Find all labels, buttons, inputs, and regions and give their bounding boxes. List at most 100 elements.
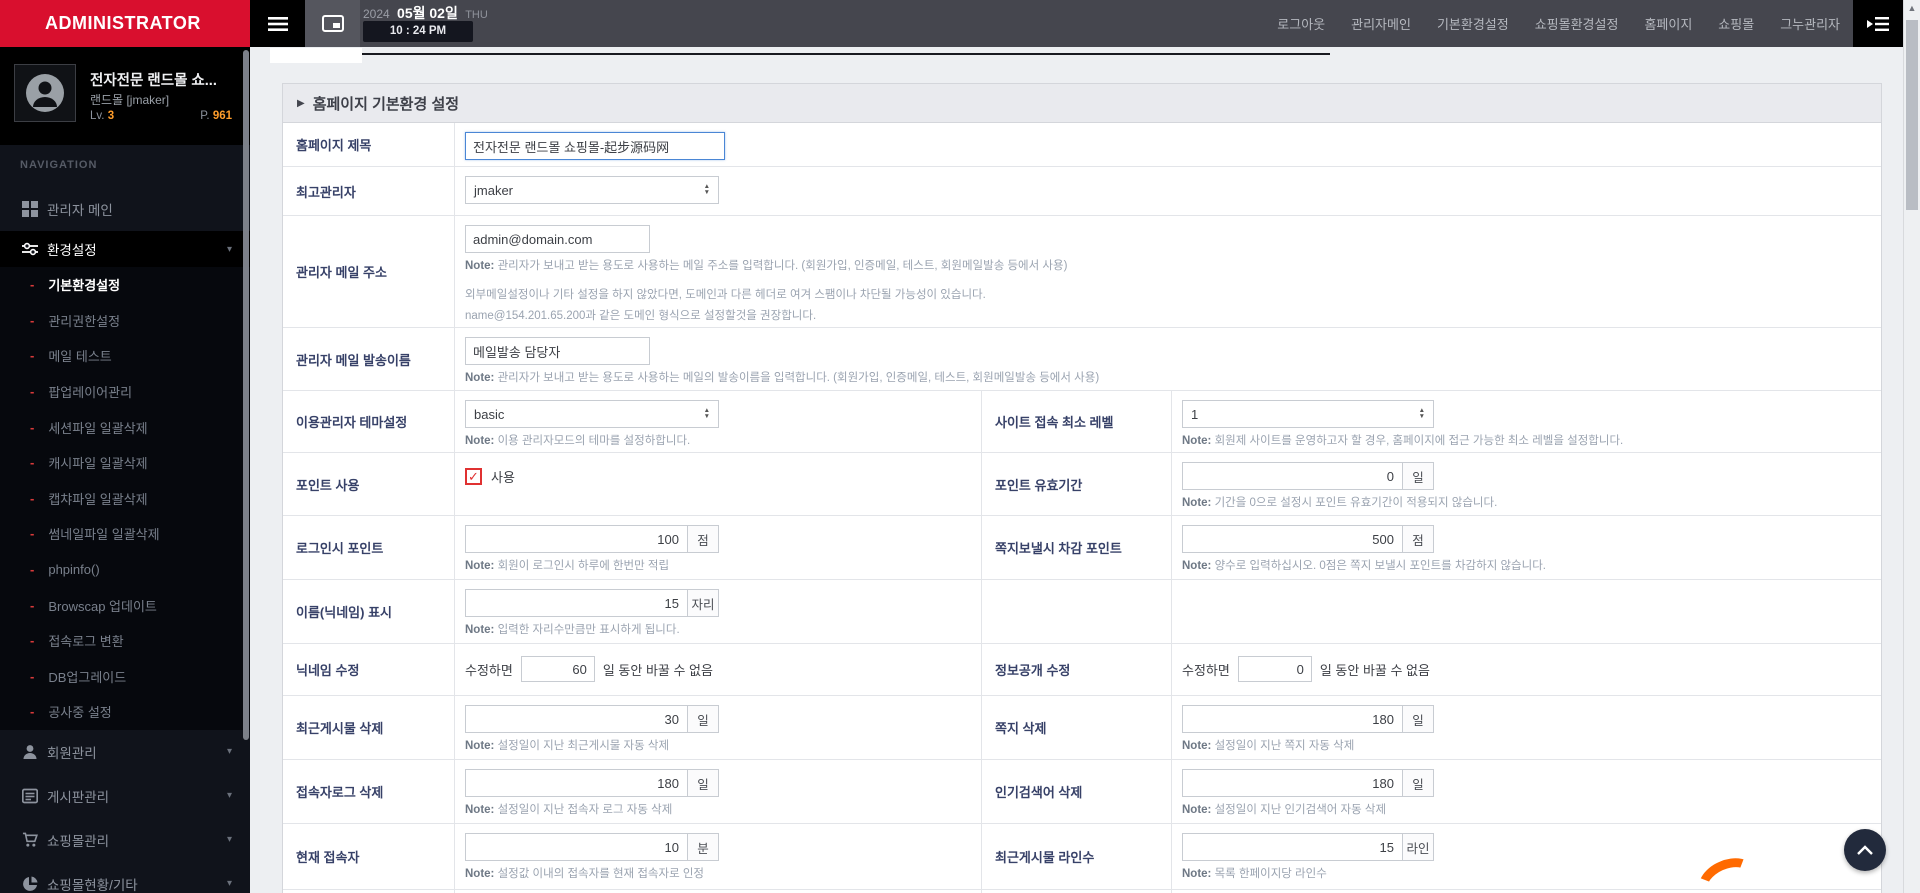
setting-number-input[interactable]	[465, 525, 687, 553]
sidebar-item[interactable]: 환경설정 ▾	[0, 231, 250, 267]
sidebar-subitem[interactable]: - 기본환경설정	[0, 267, 250, 303]
setting-note: Note: 설정일이 지난 인기검색어 자동 삭제	[1182, 803, 1881, 818]
clock-display: 10 : 24 PM	[363, 21, 473, 42]
inline-post-text: 일 동안 바꿀 수 없음	[1319, 662, 1430, 678]
scroll-to-top-button[interactable]	[1844, 829, 1886, 871]
setting-label: 인기검색어 삭제	[981, 760, 1171, 823]
setting-number-group: 점	[465, 525, 719, 553]
setting-note: Note: 회원이 로그인시 하루에 한번만 적립	[465, 559, 981, 574]
sidebar-subitem-label: 접속로그 변환	[48, 634, 124, 650]
grid-icon	[22, 201, 38, 217]
note-text: 설정일이 지난 쪽지 자동 삭제	[1214, 740, 1355, 752]
setting-field: 점 Note: 양수로 입력하십시오. 0점은 쪽지 보낼시 포인트를 차감하지 …	[1171, 516, 1881, 579]
setting-number-input[interactable]	[1182, 525, 1402, 553]
select-arrows-icon: ▲ ▼	[1418, 407, 1425, 420]
nav-section-label: NAVIGATION	[20, 159, 98, 171]
top-nav-link[interactable]: 관리자메인	[1351, 14, 1411, 33]
sidebar-subitem[interactable]: - 공사중 설정	[0, 694, 250, 730]
sidebar-item[interactable]: 관리자 메인	[0, 187, 250, 231]
hamburger-icon[interactable]	[250, 0, 305, 47]
homepage-title-input[interactable]	[465, 132, 725, 160]
setting-label: 정보공개 수정	[981, 644, 1171, 695]
top-nav-link[interactable]: 홈페이지	[1644, 14, 1692, 33]
setting-text-input[interactable]	[465, 225, 650, 253]
setting-number-group: 분	[465, 833, 719, 861]
setting-number-input[interactable]	[1182, 833, 1402, 861]
admin-page: ADMINISTRATOR 2024 05월 02일 THU 10 : 24 P…	[0, 0, 1920, 893]
setting-field: 일 Note: 기간을 0으로 설정시 포인트 유효기간이 적용되지 않습니다.	[1171, 453, 1881, 515]
sidebar-item[interactable]: 게시판관리 ▾	[0, 774, 250, 818]
level-badge: Lv. 3	[90, 110, 115, 122]
sidebar-subitem-label: 기본환경설정	[48, 278, 121, 294]
sidebar-subitem[interactable]: - DB업그레이드	[0, 659, 250, 695]
setting-field: 자리 Note: 입력한 자리수만큼만 표시하게 됩니다.	[454, 580, 981, 643]
sidebar-subitem[interactable]: - 캡챠파일 일괄삭제	[0, 481, 250, 517]
chevron-down-icon: ▾	[226, 790, 232, 802]
setting-number-group: 자리	[465, 589, 719, 617]
collapse-sidebar-icon[interactable]	[1853, 0, 1903, 47]
setting-select[interactable]: jmaker ▲ ▼	[465, 176, 719, 204]
setting-number-input[interactable]	[465, 769, 687, 797]
setting-number-input[interactable]	[1182, 462, 1402, 490]
dash-bullet-icon: -	[30, 526, 35, 542]
setting-note: Note: 설정일이 지난 접속자 로그 자동 삭제	[465, 803, 981, 818]
setting-label: 포인트 사용	[296, 477, 360, 493]
table-row: 최고관리자 jmaker ▲ ▼	[283, 167, 1881, 216]
sidebar-subitem[interactable]: - 메일 테스트	[0, 338, 250, 374]
dash-bullet-icon: -	[30, 348, 35, 364]
sidebar-subitem[interactable]: - 캐시파일 일괄삭제	[0, 445, 250, 481]
setting-note: Note: 설정값 이내의 접속자를 현재 접속자로 인정	[465, 867, 981, 882]
setting-field: 일 Note: 설정일이 지난 쪽지 자동 삭제	[1171, 696, 1881, 759]
checkbox[interactable]: ✓	[465, 468, 482, 485]
dash-bullet-icon: -	[30, 455, 35, 471]
setting-number-input[interactable]	[465, 705, 687, 733]
top-nav-link[interactable]: 기본환경설정	[1437, 14, 1509, 33]
inline-setting: 수정하면 일 동안 바꿀 수 없음	[1182, 656, 1430, 682]
sidebar-subitem[interactable]: - 팝업레이어관리	[0, 374, 250, 410]
setting-number-input[interactable]	[465, 589, 687, 617]
select-arrows-icon: ▲ ▼	[703, 407, 710, 420]
top-nav-link[interactable]: 그누관리자	[1780, 14, 1840, 33]
avatar	[14, 64, 76, 122]
scrollbar-up-arrow[interactable]: ▲	[1904, 3, 1920, 13]
setting-number-input[interactable]	[1182, 769, 1402, 797]
sidebar-item-label: 게시판관리	[47, 789, 110, 805]
sidebar-subitem[interactable]: - 세션파일 일괄삭제	[0, 409, 250, 445]
setting-text-input[interactable]	[465, 337, 650, 365]
setting-number-input[interactable]	[1182, 705, 1402, 733]
setting-number-group: 점	[1182, 525, 1434, 553]
sidebar-scrollbar[interactable]	[243, 50, 249, 740]
setting-field: 일 Note: 설정일이 지난 접속자 로그 자동 삭제	[454, 760, 981, 823]
sidebar: 전자전문 랜드몰 쇼... 랜드몰 [jmaker] Lv. 3 P. 961 …	[0, 47, 250, 893]
setting-field: 1 ▲ ▼ Note: 회원제 사이트를 운영하고자 할 경우, 홈페이지에 접근 가…	[1171, 391, 1881, 452]
setting-note: Note: 설정일이 지난 최근게시물 자동 삭제	[465, 739, 981, 754]
sidebar-item[interactable]: 쇼핑몰현황/기타 ▾	[0, 862, 250, 893]
sidebar-subitem[interactable]: - Browscap 업데이트	[0, 587, 250, 623]
monitor-icon[interactable]	[305, 0, 360, 47]
note-text: 설정일이 지난 최근게시물 자동 삭제	[497, 740, 670, 752]
top-nav-link[interactable]: 로그아웃	[1277, 14, 1325, 33]
setting-select[interactable]: 1 ▲ ▼	[1182, 400, 1434, 428]
note-text: 목록 한페이지당 라인수	[1214, 868, 1327, 880]
inline-number-input[interactable]	[1237, 656, 1312, 682]
sidebar-subitem[interactable]: - phpinfo()	[0, 552, 250, 588]
note-prefix: Note:	[1182, 560, 1212, 572]
top-nav-link[interactable]: 쇼핑몰환경설정	[1535, 14, 1619, 33]
content-tab[interactable]	[270, 48, 362, 63]
sidebar-item[interactable]: 회원관리 ▾	[0, 730, 250, 774]
setting-note: Note: 기간을 0으로 설정시 포인트 유효기간이 적용되지 않습니다.	[1182, 496, 1881, 511]
top-nav-link[interactable]: 쇼핑몰	[1718, 14, 1754, 33]
sidebar-item-label: 회원관리	[47, 745, 97, 761]
unit-suffix: 일	[687, 705, 719, 733]
sidebar-subitem[interactable]: - 관리권한설정	[0, 303, 250, 339]
setting-select[interactable]: basic ▲ ▼	[465, 400, 719, 428]
sidebar-subitem[interactable]: - 썸네일파일 일괄삭제	[0, 516, 250, 552]
setting-number-group: 일	[465, 705, 719, 733]
setting-number-input[interactable]	[465, 833, 687, 861]
sidebar-subitem[interactable]: - 접속로그 변환	[0, 623, 250, 659]
select-value: basic	[474, 406, 505, 422]
setting-label: 로그인시 포인트	[296, 541, 384, 556]
inline-number-input[interactable]	[520, 656, 595, 682]
sidebar-item[interactable]: 쇼핑몰관리 ▾	[0, 818, 250, 862]
scrollbar-thumb[interactable]	[1906, 20, 1918, 210]
